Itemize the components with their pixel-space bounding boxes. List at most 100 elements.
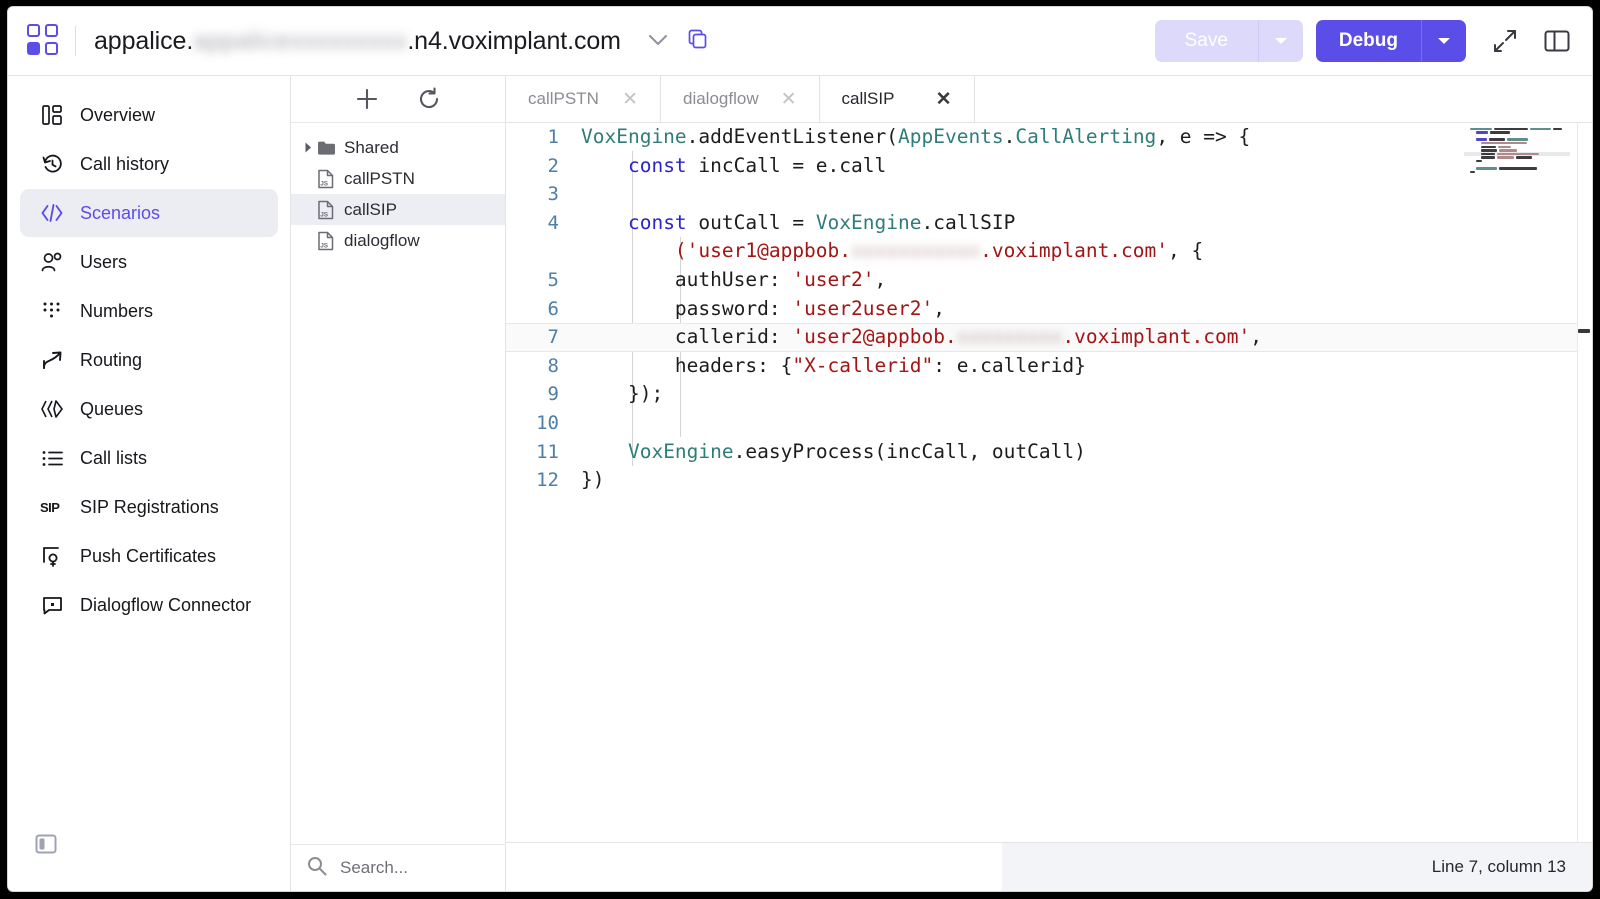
tree-node-dialogflow[interactable]: JS dialogflow bbox=[291, 225, 505, 256]
chevron-down-icon[interactable] bbox=[647, 31, 669, 52]
folder-icon bbox=[315, 140, 337, 156]
editor-tab-callsip[interactable]: callSIP ✕ bbox=[820, 76, 975, 122]
sidebar-item-label: Queues bbox=[80, 399, 143, 420]
code-editor: callPSTN ✕ dialogflow ✕ callSIP ✕ bbox=[506, 76, 1592, 891]
close-icon[interactable]: ✕ bbox=[781, 90, 797, 109]
users-icon bbox=[38, 252, 66, 272]
sidebar-item-label: Call lists bbox=[80, 448, 147, 469]
sidebar-item-routing[interactable]: Routing bbox=[20, 336, 278, 384]
code-line[interactable]: 2 const incCall = e.call bbox=[506, 152, 1592, 181]
code-line-text: ('user1@appbob.xxxxxxxxxxx.voximplant.co… bbox=[581, 237, 1203, 266]
app-window: appalice.appalicexxxxxxxxx.n4.voximplant… bbox=[8, 7, 1592, 891]
svg-text:JS: JS bbox=[320, 180, 329, 187]
sidebar-item-overview[interactable]: Overview bbox=[20, 91, 278, 139]
code-area[interactable]: 1 VoxEngine.addEventListener(AppEvents.C… bbox=[506, 123, 1592, 842]
copy-icon[interactable] bbox=[687, 28, 709, 55]
tree-node-shared[interactable]: Shared bbox=[291, 132, 505, 163]
grid-apps-icon[interactable] bbox=[27, 24, 61, 58]
chevron-right-icon[interactable] bbox=[301, 142, 315, 153]
tree-node-label: callPSTN bbox=[344, 169, 415, 189]
sidebar-footer bbox=[8, 832, 290, 891]
sidebar-item-label: Numbers bbox=[80, 301, 153, 322]
main-body: Overview Call history Scenarios bbox=[8, 76, 1592, 891]
list-icon bbox=[38, 450, 66, 467]
push-certificate-icon bbox=[38, 546, 66, 567]
sidebar-item-call-lists[interactable]: Call lists bbox=[20, 434, 278, 482]
sip-text-icon: SIP bbox=[38, 499, 66, 515]
code-line-current[interactable]: 7 callerid: 'user2@appbob.xxxxxxxxx.voxi… bbox=[506, 323, 1592, 352]
tree-node-callpstn[interactable]: JS callPSTN bbox=[291, 163, 505, 194]
line-number: 9 bbox=[506, 380, 581, 409]
editor-tab-label: dialogflow bbox=[683, 89, 759, 109]
close-icon[interactable]: ✕ bbox=[622, 90, 638, 109]
save-button[interactable]: Save bbox=[1155, 20, 1303, 62]
save-dropdown-caret-down-icon[interactable] bbox=[1259, 20, 1303, 62]
svg-text:JS: JS bbox=[320, 211, 329, 218]
sidebar-nav-list: Overview Call history Scenarios bbox=[8, 76, 290, 630]
code-line[interactable]: 6 password: 'user2user2', bbox=[506, 295, 1592, 324]
history-clock-icon bbox=[38, 154, 66, 175]
scrollbar-marker[interactable] bbox=[1578, 329, 1590, 333]
sidebar-item-label: Push Certificates bbox=[80, 546, 216, 567]
plus-icon[interactable] bbox=[355, 87, 379, 111]
tree-node-callsip[interactable]: JS callSIP bbox=[291, 194, 505, 225]
debug-dropdown-caret-down-icon[interactable] bbox=[1422, 20, 1466, 62]
code-line[interactable]: 11 VoxEngine.easyProcess(incCall, outCal… bbox=[506, 438, 1592, 467]
top-bar: appalice.appalicexxxxxxxxx.n4.voximplant… bbox=[8, 7, 1592, 76]
code-line[interactable]: 12 }) bbox=[506, 466, 1592, 495]
file-tree-list: Shared JS callPSTN JS callSIP bbox=[291, 123, 505, 844]
status-bar-left-gap bbox=[506, 842, 1002, 891]
sidebar-item-users[interactable]: Users bbox=[20, 238, 278, 286]
line-number: 5 bbox=[506, 266, 581, 295]
code-line[interactable]: 4 const outCall = VoxEngine.callSIP bbox=[506, 209, 1592, 238]
file-tree-toolbar bbox=[291, 76, 505, 123]
code-minimap[interactable] bbox=[1464, 127, 1570, 193]
collapse-sidebar-icon[interactable] bbox=[34, 843, 58, 860]
line-number: 3 bbox=[506, 180, 581, 209]
code-line[interactable]: 10 bbox=[506, 409, 1592, 438]
editor-tab-dialogflow[interactable]: dialogflow ✕ bbox=[661, 76, 820, 122]
code-line-text: callerid: 'user2@appbob.xxxxxxxxx.voximp… bbox=[581, 323, 1262, 352]
code-line-continuation[interactable]: ('user1@appbob.xxxxxxxxxxx.voximplant.co… bbox=[506, 237, 1592, 266]
code-line-text: VoxEngine.addEventListener(AppEvents.Cal… bbox=[581, 123, 1250, 152]
line-number: 11 bbox=[506, 438, 581, 467]
code-content[interactable]: 1 VoxEngine.addEventListener(AppEvents.C… bbox=[506, 123, 1592, 495]
split-panel-icon[interactable] bbox=[1540, 24, 1574, 58]
sidebar-item-label: Overview bbox=[80, 105, 155, 126]
sidebar-item-dialogflow-connector[interactable]: Dialogflow Connector bbox=[20, 581, 278, 629]
code-line[interactable]: 5 authUser: 'user2', bbox=[506, 266, 1592, 295]
code-line[interactable]: 1 VoxEngine.addEventListener(AppEvents.C… bbox=[506, 123, 1592, 152]
sidebar-item-push-certificates[interactable]: Push Certificates bbox=[20, 532, 278, 580]
code-line[interactable]: 8 headers: {"X-callerid": e.callerid} bbox=[506, 352, 1592, 381]
sidebar-item-sip-registrations[interactable]: SIP SIP Registrations bbox=[20, 483, 278, 531]
code-line[interactable]: 3 bbox=[506, 180, 1592, 209]
js-file-icon: JS bbox=[315, 200, 337, 220]
svg-text:JS: JS bbox=[320, 242, 329, 249]
editor-scrollbar[interactable] bbox=[1577, 123, 1592, 842]
queues-chevrons-icon bbox=[38, 400, 66, 418]
line-number: 7 bbox=[506, 323, 581, 352]
refresh-icon[interactable] bbox=[417, 87, 441, 111]
search-input[interactable] bbox=[338, 857, 472, 879]
code-line[interactable]: 9 }); bbox=[506, 380, 1592, 409]
expand-diagonal-icon[interactable] bbox=[1488, 24, 1522, 58]
editor-tab-callpstn[interactable]: callPSTN ✕ bbox=[506, 76, 661, 122]
code-line-text: }) bbox=[581, 466, 604, 495]
search-icon bbox=[307, 856, 327, 881]
sidebar-item-call-history[interactable]: Call history bbox=[20, 140, 278, 188]
line-number: 10 bbox=[506, 409, 581, 438]
dialpad-dots-icon bbox=[38, 301, 66, 321]
line-number: 6 bbox=[506, 295, 581, 324]
sidebar-item-label: Users bbox=[80, 252, 127, 273]
code-line-text: headers: {"X-callerid": e.callerid} bbox=[581, 352, 1086, 381]
sidebar-item-label: SIP Registrations bbox=[80, 497, 219, 518]
app-title-prefix: appalice. bbox=[94, 27, 193, 56]
sidebar-item-numbers[interactable]: Numbers bbox=[20, 287, 278, 335]
sidebar-item-label: Dialogflow Connector bbox=[80, 595, 251, 616]
debug-button[interactable]: Debug bbox=[1316, 20, 1466, 62]
editor-tab-bar: callPSTN ✕ dialogflow ✕ callSIP ✕ bbox=[506, 76, 1592, 123]
sidebar-item-queues[interactable]: Queues bbox=[20, 385, 278, 433]
file-search-bar[interactable] bbox=[291, 844, 505, 891]
close-icon[interactable]: ✕ bbox=[936, 90, 952, 109]
sidebar-item-scenarios[interactable]: Scenarios bbox=[20, 189, 278, 237]
